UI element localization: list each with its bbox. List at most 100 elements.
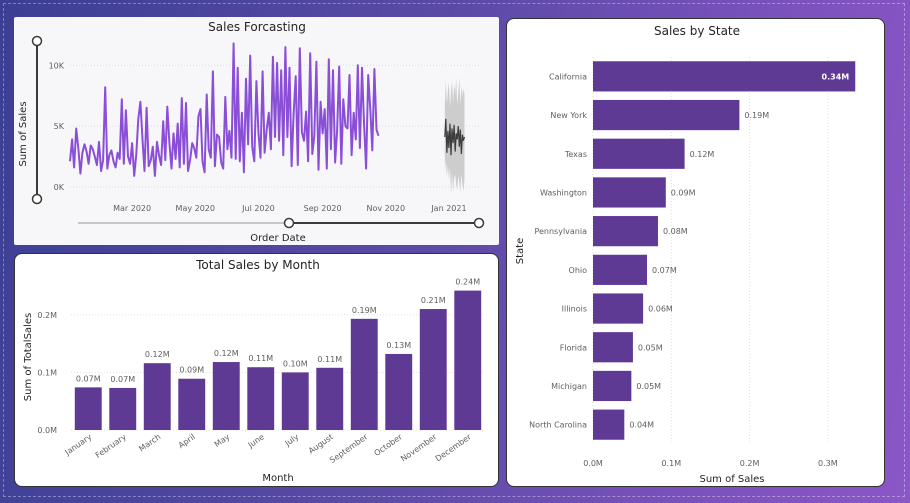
bar-april[interactable] bbox=[178, 378, 206, 430]
y-tick-label: 0.0M bbox=[37, 426, 57, 435]
x-tick-label: October bbox=[373, 432, 405, 458]
data-label: 0.06M bbox=[648, 305, 673, 314]
y-tick-label: Pennsylvania bbox=[534, 227, 587, 236]
chart-title: Sales by State bbox=[654, 24, 740, 38]
x-tick-label: Nov 2020 bbox=[367, 204, 406, 213]
bar-texas[interactable] bbox=[593, 138, 685, 169]
chart-title: Sales Forcasting bbox=[208, 20, 306, 34]
data-label: 0.11M bbox=[317, 355, 342, 364]
data-label: 0.07M bbox=[76, 374, 101, 383]
y-tick-label: Illinois bbox=[562, 305, 587, 314]
sales-by-state-chart: Sales by State State Sum of Sales 0.0M 0.… bbox=[515, 24, 856, 485]
y-tick-label: 10K bbox=[49, 61, 65, 70]
sales-forecasting-visual[interactable]: Sales Forcasting Sum of Sales Order Date… bbox=[14, 17, 499, 245]
y-axis-title: State bbox=[515, 238, 526, 264]
x-tick-label: July bbox=[283, 432, 301, 448]
y-tick-label: 0K bbox=[54, 183, 65, 192]
data-label: 0.07M bbox=[110, 375, 135, 384]
data-label: 0.07M bbox=[652, 266, 677, 275]
data-label: 0.04M bbox=[629, 421, 654, 430]
bar-november[interactable] bbox=[419, 309, 447, 430]
data-label: 0.12M bbox=[214, 349, 239, 358]
y-tick-label: North Carolina bbox=[529, 421, 587, 430]
data-label: 0.12M bbox=[145, 350, 170, 359]
bar-october[interactable] bbox=[385, 353, 413, 430]
x-tick-label: June bbox=[246, 432, 266, 450]
x-tick-label: April bbox=[177, 432, 197, 450]
y-tick-label: Ohio bbox=[569, 266, 588, 275]
x-tick-label: March bbox=[137, 432, 162, 453]
x-range-slider-right-handle[interactable] bbox=[473, 217, 485, 229]
data-label: 0.12M bbox=[690, 150, 715, 159]
data-label: 0.08M bbox=[663, 227, 688, 236]
y-axis-title: Sum of Sales bbox=[18, 101, 29, 166]
bar-september[interactable] bbox=[350, 318, 378, 430]
bar-washington[interactable] bbox=[593, 177, 666, 208]
data-label: 0.05M bbox=[636, 382, 661, 391]
sales-by-state-visual[interactable]: Sales by State State Sum of Sales 0.0M 0.… bbox=[506, 18, 885, 487]
data-label: 0.19M bbox=[352, 306, 377, 315]
y-tick-label: Michigan bbox=[551, 382, 587, 391]
x-tick-label: August bbox=[307, 432, 335, 455]
x-tick-label: May bbox=[213, 432, 232, 449]
x-tick-label: 0.2M bbox=[740, 459, 760, 468]
y-tick-label: California bbox=[549, 72, 587, 81]
data-label: 0.19M bbox=[744, 111, 769, 120]
sales-line[interactable] bbox=[69, 42, 380, 177]
data-label: 0.09M bbox=[179, 366, 204, 375]
y-tick-label: Texas bbox=[564, 150, 587, 159]
data-label: 0.09M bbox=[671, 188, 696, 197]
y-tick-label: Florida bbox=[560, 343, 587, 352]
data-label: 0.05M bbox=[638, 343, 663, 352]
x-tick-label: Sep 2020 bbox=[304, 204, 342, 213]
x-tick-label: February bbox=[94, 432, 128, 460]
y-tick-label: 0.2M bbox=[37, 311, 57, 320]
x-tick-label: September bbox=[328, 432, 370, 465]
bar-new-york[interactable] bbox=[593, 99, 740, 131]
bar-january[interactable] bbox=[74, 387, 102, 430]
bar-june[interactable] bbox=[247, 367, 275, 430]
y-range-slider-bottom-handle[interactable] bbox=[31, 193, 43, 205]
bar-december[interactable] bbox=[454, 290, 482, 430]
y-axis-title: Sum of TotalSales bbox=[23, 313, 34, 401]
x-tick-label: May 2020 bbox=[176, 204, 215, 213]
bar-ohio[interactable] bbox=[593, 254, 648, 285]
data-label: 0.34M bbox=[822, 72, 850, 81]
y-tick-label: 5K bbox=[54, 122, 65, 131]
sales-forecasting-chart: Sales Forcasting Sum of Sales Order Date… bbox=[18, 20, 485, 244]
y-range-slider-top-handle[interactable] bbox=[31, 35, 43, 47]
data-label: 0.24M bbox=[455, 278, 480, 287]
bar-february[interactable] bbox=[109, 387, 137, 430]
y-tick-label: New York bbox=[550, 111, 587, 120]
data-label: 0.11M bbox=[248, 354, 273, 363]
data-label: 0.13M bbox=[386, 341, 411, 350]
data-label: 0.21M bbox=[421, 296, 446, 305]
x-tick-label: January bbox=[63, 432, 94, 457]
bar-march[interactable] bbox=[143, 363, 171, 430]
bar-illinois[interactable] bbox=[593, 293, 644, 324]
bar-july[interactable] bbox=[281, 372, 309, 430]
data-label: 0.10M bbox=[283, 359, 308, 368]
x-tick-label: 0.1M bbox=[661, 459, 681, 468]
x-tick-label: 0.0M bbox=[583, 459, 603, 468]
bar-florida[interactable] bbox=[593, 332, 633, 363]
bar-may[interactable] bbox=[212, 362, 240, 430]
x-tick-label: Jul 2020 bbox=[241, 204, 275, 213]
x-tick-label: November bbox=[399, 432, 439, 464]
x-axis-title: Order Date bbox=[250, 233, 306, 244]
bar-michigan[interactable] bbox=[593, 370, 632, 402]
bar-california[interactable] bbox=[593, 61, 856, 92]
x-range-slider-left-handle[interactable] bbox=[283, 217, 295, 229]
x-tick-label: Jan 2021 bbox=[430, 204, 466, 213]
x-tick-label: December bbox=[434, 432, 474, 464]
x-axis-title: Sum of Sales bbox=[699, 474, 764, 485]
bar-north-carolina[interactable] bbox=[593, 409, 625, 440]
x-tick-label: Mar 2020 bbox=[113, 204, 151, 213]
chart-title: Total Sales by Month bbox=[195, 258, 320, 272]
bar-august[interactable] bbox=[316, 367, 344, 430]
bar-pennsylvania[interactable] bbox=[593, 216, 658, 247]
total-sales-by-month-visual[interactable]: Total Sales by Month Sum of TotalSales M… bbox=[14, 253, 499, 487]
y-tick-label: 0.1M bbox=[37, 368, 57, 377]
y-tick-label: Washington bbox=[540, 188, 587, 197]
x-tick-label: 0.3M bbox=[818, 459, 838, 468]
